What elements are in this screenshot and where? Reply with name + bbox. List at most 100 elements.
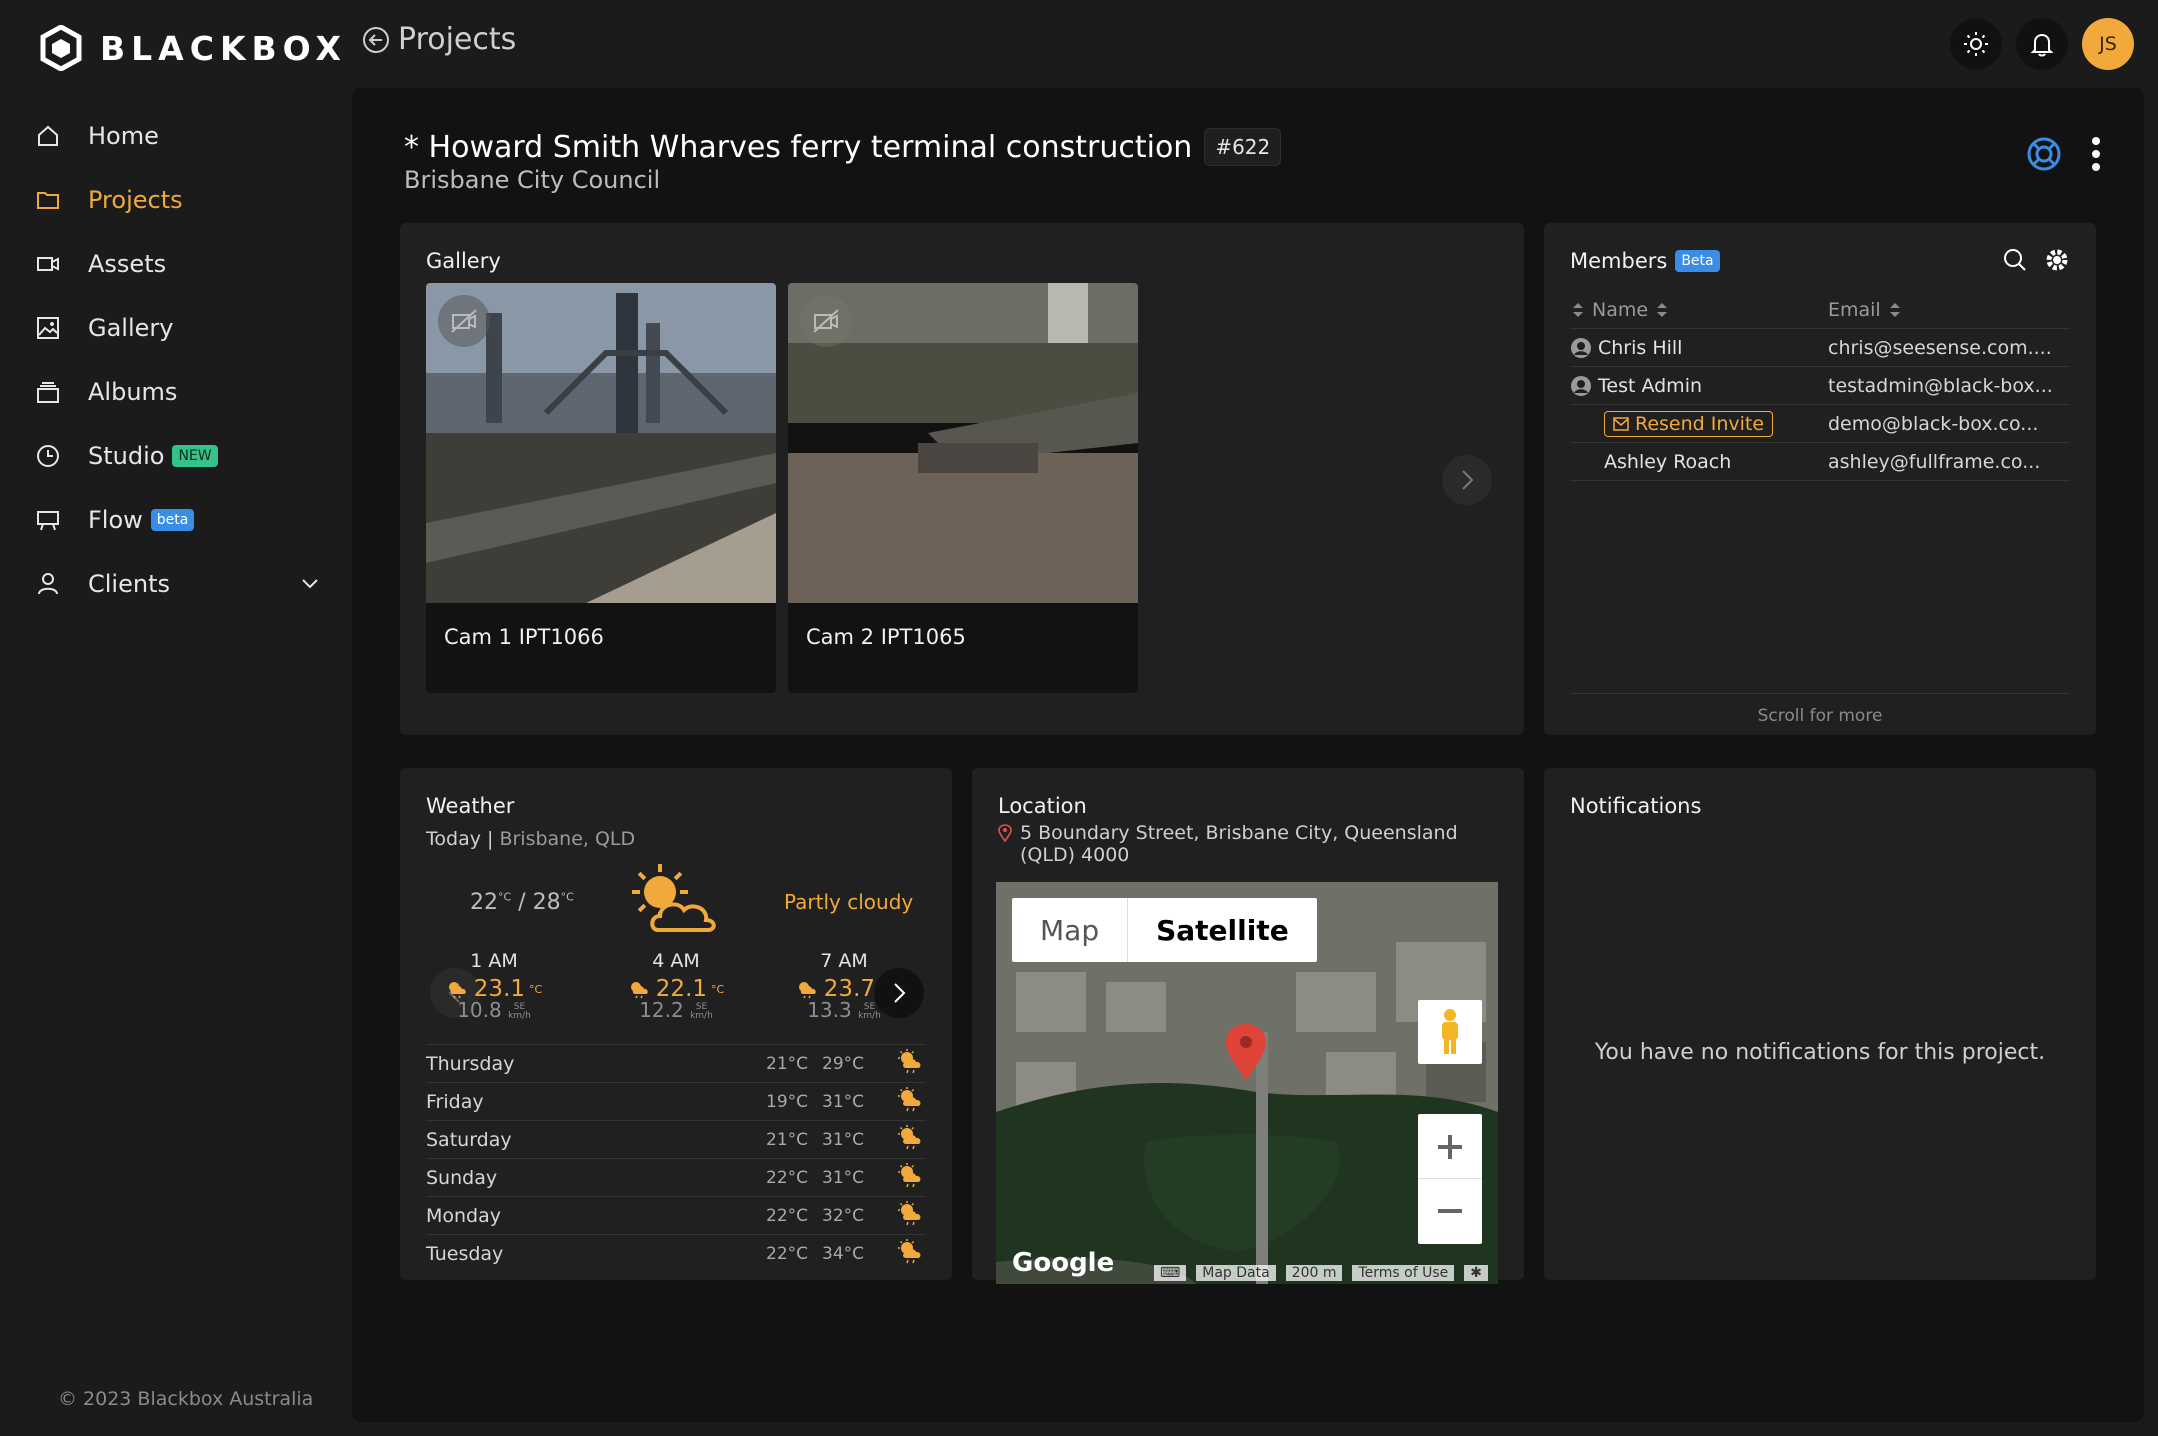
- nav-label-albums: Albums: [88, 378, 178, 406]
- street-view-button[interactable]: [1418, 1000, 1482, 1064]
- wind-speed: 10.8: [457, 998, 502, 1022]
- more-vertical-icon[interactable]: [2090, 136, 2102, 172]
- map-type-satellite[interactable]: Satellite: [1127, 898, 1317, 962]
- wind-unit: km/h: [858, 1010, 881, 1021]
- map-scale: 200 m: [1285, 1265, 1343, 1281]
- hourly-item: 4 AM 22.1 °C 12.2 SE km/h: [616, 950, 736, 1022]
- camera-tile[interactable]: Cam 2 IPT1065: [788, 283, 1138, 693]
- zoom-controls: [1418, 1114, 1482, 1244]
- home-icon: [38, 125, 58, 146]
- beta-badge: Beta: [1675, 250, 1720, 272]
- notifications-button[interactable]: [2016, 18, 2068, 70]
- temp-unit: °C: [529, 982, 543, 996]
- sort-icon[interactable]: [1570, 300, 1586, 320]
- nav-item-albums[interactable]: Albums: [34, 360, 324, 424]
- hourly-forecast: 1 AM 23.1 °C 10.8 SE km/h 4 AM 22.1 °C 12.2…: [426, 950, 926, 1040]
- user-avatar[interactable]: JS: [2082, 18, 2134, 70]
- forecast-icon: [896, 1086, 926, 1117]
- forecast-day: Monday: [426, 1204, 502, 1227]
- location-map[interactable]: Map Satellite Google ⌨ Map Data 200 m Te…: [996, 882, 1498, 1284]
- temp-unit: °C: [711, 982, 725, 996]
- terms-link[interactable]: Terms of Use: [1352, 1265, 1455, 1281]
- sun-icon: [1964, 32, 1988, 56]
- nav-item-clients[interactable]: Clients: [34, 552, 324, 616]
- zoom-in-button[interactable]: [1418, 1115, 1482, 1179]
- project-title: * Howard Smith Wharves ferry terminal co…: [404, 129, 1193, 165]
- logo[interactable]: BLACKBOX: [40, 24, 347, 72]
- daily-forecast-row: Saturday 21°C 31°C: [426, 1120, 926, 1158]
- resend-invite-button[interactable]: Resend Invite: [1604, 410, 1774, 437]
- back-to-projects[interactable]: Projects: [362, 22, 516, 57]
- weather-condition: Partly cloudy: [784, 890, 914, 914]
- nav-item-assets[interactable]: Assets: [34, 232, 324, 296]
- map-type-map[interactable]: Map: [1012, 898, 1127, 962]
- forecast-icon: [896, 1162, 926, 1193]
- nav-label-gallery: Gallery: [88, 314, 174, 342]
- table-row[interactable]: Ashley Roach ashley@fullframe.co...: [1570, 443, 2070, 481]
- gallery-next-button[interactable]: [1442, 455, 1492, 505]
- hour-time: 1 AM: [470, 950, 518, 972]
- table-row[interactable]: Test Admin testadmin@black-box...: [1570, 367, 2070, 405]
- forecast-icon: [896, 1238, 926, 1269]
- nav-item-gallery[interactable]: Gallery: [34, 296, 324, 360]
- partly-cloudy-rain-icon: [630, 982, 648, 999]
- partly-cloudy-rain-icon: [898, 1163, 921, 1188]
- logo-text: BLACKBOX: [100, 28, 347, 68]
- map-marker-icon[interactable]: [1224, 1022, 1268, 1082]
- member-email: chris@seesense.com....: [1828, 336, 2052, 359]
- table-row[interactable]: Chris Hill chris@seesense.com....: [1570, 329, 2070, 367]
- member-name: Ashley Roach: [1604, 450, 1732, 473]
- forecast-high: 34°C: [822, 1243, 865, 1264]
- albums-icon: [37, 382, 59, 403]
- member-email: ashley@fullframe.co...: [1828, 450, 2041, 473]
- chevron-down-icon[interactable]: [296, 570, 324, 598]
- partly-cloudy-rain-icon: [898, 1125, 921, 1150]
- forecast-icon: [896, 1048, 926, 1079]
- nav-item-studio[interactable]: Studio NEW: [34, 424, 324, 488]
- main-panel: * Howard Smith Wharves ferry terminal co…: [352, 88, 2144, 1422]
- member-name: Chris Hill: [1598, 336, 1683, 359]
- hour-time: 7 AM: [820, 950, 868, 972]
- forecast-high: 31°C: [822, 1129, 865, 1150]
- mail-icon: [1613, 416, 1629, 431]
- table-row[interactable]: Resend Invite demo@black-box.co...: [1570, 405, 2070, 443]
- scroll-for-more: Scroll for more: [1570, 693, 2070, 726]
- nav-item-projects[interactable]: Projects: [34, 168, 324, 232]
- back-label: Projects: [398, 22, 517, 57]
- hourly-next-button[interactable]: [874, 968, 924, 1018]
- temp-low: 22: [470, 890, 498, 915]
- partly-cloudy-rain-icon: [898, 1049, 921, 1074]
- temp-unit: °C: [560, 890, 574, 904]
- nav-item-home[interactable]: Home: [34, 104, 324, 168]
- new-badge: NEW: [172, 445, 218, 467]
- gear-icon[interactable]: [2044, 247, 2070, 273]
- blackbox-logo-icon: [40, 25, 82, 71]
- theme-toggle-button[interactable]: [1950, 18, 2002, 70]
- wind-unit: km/h: [508, 1010, 531, 1021]
- notifications-title: Notifications: [1570, 794, 1702, 818]
- weather-location: Brisbane, QLD: [499, 828, 636, 850]
- wind-speed: 12.2: [639, 998, 684, 1022]
- map-data-link[interactable]: Map Data: [1196, 1265, 1276, 1281]
- column-header-email[interactable]: Email: [1828, 299, 1881, 321]
- map-pin-icon: [998, 824, 1012, 842]
- support-lifebuoy-icon[interactable]: [2026, 136, 2062, 172]
- search-icon[interactable]: [2002, 247, 2028, 273]
- forecast-high: 32°C: [822, 1205, 865, 1226]
- column-header-name[interactable]: Name: [1592, 299, 1648, 321]
- copyright: © 2023 Blackbox Australia: [58, 1388, 314, 1410]
- location-address: 5 Boundary Street, Brisbane City, Queens…: [1020, 822, 1458, 866]
- sort-icon[interactable]: [1887, 300, 1903, 320]
- zoom-out-button[interactable]: [1418, 1179, 1482, 1243]
- camera-tile[interactable]: Cam 1 IPT1066: [426, 283, 776, 693]
- temp-high: 28: [532, 890, 561, 915]
- keyboard-icon[interactable]: ⌨: [1154, 1265, 1187, 1281]
- camera-image: [426, 283, 776, 603]
- bug-report-icon[interactable]: ✱: [1464, 1265, 1488, 1281]
- weather-today: Today: [426, 828, 481, 850]
- nav-label-projects: Projects: [88, 186, 183, 214]
- sort-icon[interactable]: [1654, 300, 1670, 320]
- nav-item-flow[interactable]: Flow beta: [34, 488, 324, 552]
- member-email: demo@black-box.co...: [1828, 412, 2039, 435]
- back-arrow-icon: [363, 26, 389, 53]
